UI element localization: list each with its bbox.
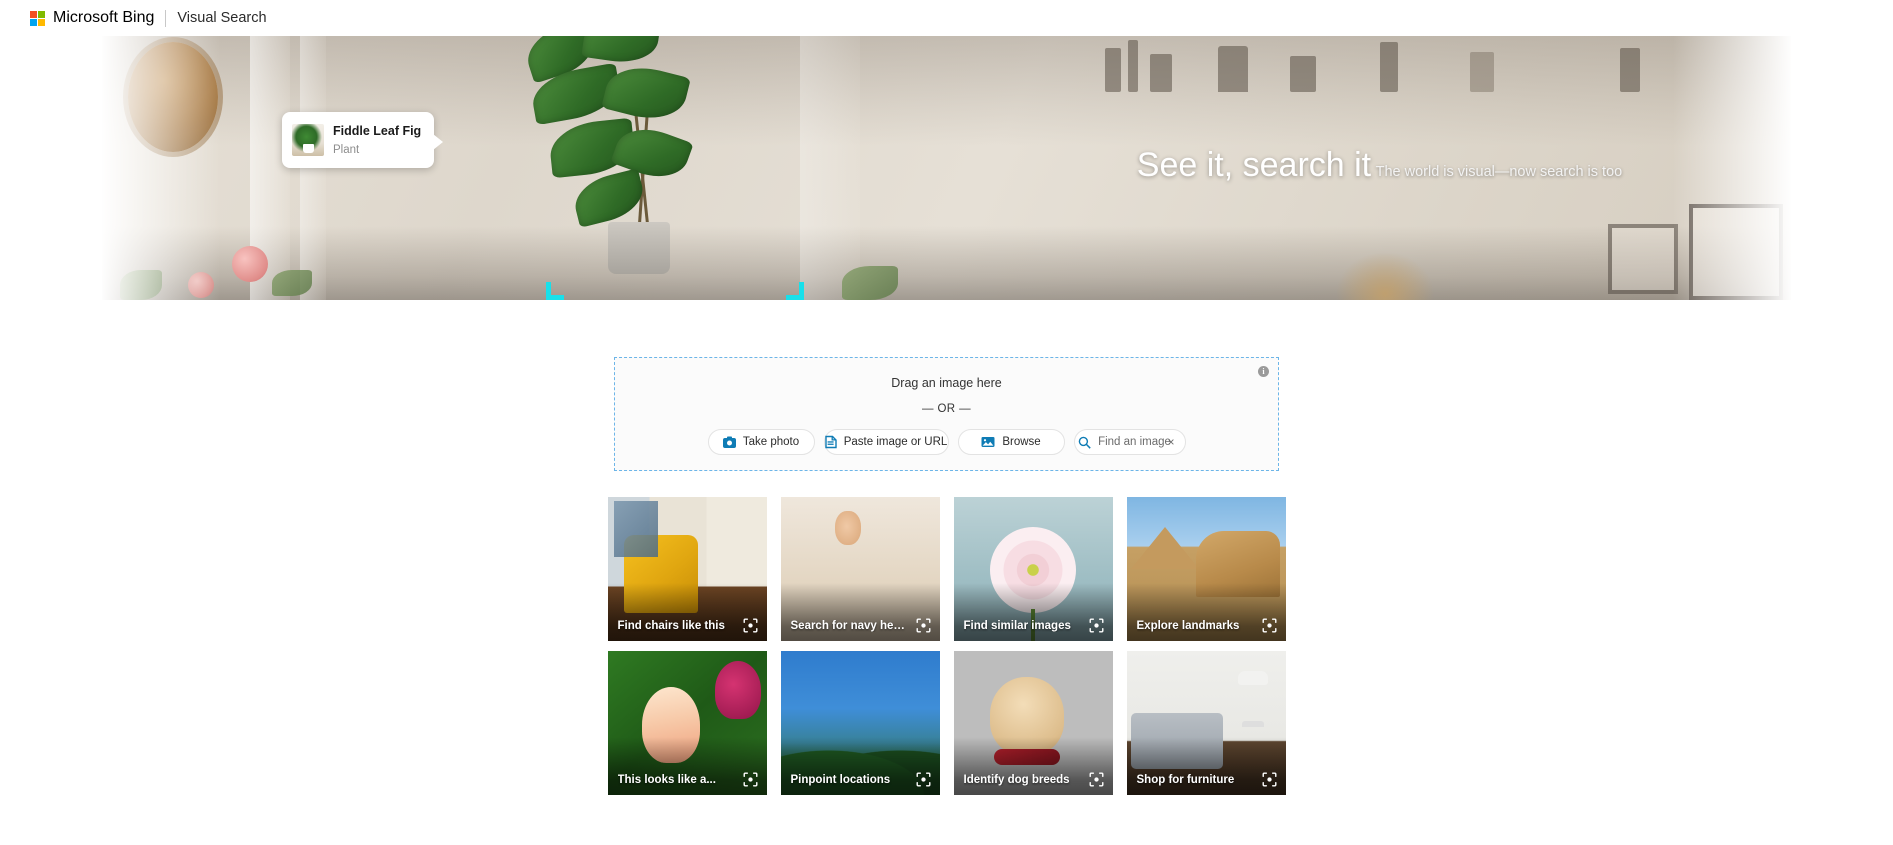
visual-search-icon[interactable] [1262, 772, 1277, 787]
tile-navy-heels[interactable]: Search for navy heels [780, 497, 940, 641]
main-content: i Drag an image here — OR — Take photo P… [0, 300, 1893, 795]
camera-icon [722, 436, 736, 448]
dropzone-drag-text: Drag an image here [891, 376, 1002, 390]
selection-bracket-bottom-left [546, 282, 564, 300]
visual-search-icon[interactable] [916, 772, 931, 787]
brand-name[interactable]: Microsoft Bing [53, 9, 154, 27]
hero-left-fade [100, 36, 220, 300]
brand-divider [165, 9, 167, 27]
search-icon [1078, 436, 1091, 449]
visual-search-icon[interactable] [1262, 618, 1277, 633]
tile-caption: Find chairs like this [617, 620, 725, 632]
browse-button[interactable]: Browse [957, 429, 1065, 455]
visual-search-icon[interactable] [1089, 618, 1104, 633]
find-an-image-input[interactable]: Find an image × [1073, 429, 1186, 455]
plant-thumbnail [292, 124, 324, 156]
image-dropzone[interactable]: i Drag an image here — OR — Take photo P… [614, 357, 1279, 471]
object-tag-card[interactable]: Fiddle Leaf Fig Plant [282, 112, 443, 168]
hero-right-fade [1673, 36, 1793, 300]
take-photo-label: Take photo [742, 436, 800, 448]
dropzone-or-text: — OR — [921, 403, 972, 415]
tile-looks-like[interactable]: This looks like a... [607, 651, 767, 795]
visual-search-icon[interactable] [743, 618, 758, 633]
visual-search-icon[interactable] [743, 772, 758, 787]
tile-caption: Shop for furniture [1136, 774, 1235, 786]
info-icon[interactable]: i [1258, 366, 1269, 377]
tile-caption: Pinpoint locations [790, 774, 891, 786]
microsoft-squares-icon [30, 10, 45, 26]
tile-similar-images[interactable]: Find similar images [953, 497, 1113, 641]
visual-search-icon[interactable] [916, 618, 931, 633]
paste-image-label: Paste image or URL [843, 436, 948, 448]
hero-photo [0, 36, 1893, 300]
hero-right-edge [1791, 36, 1893, 300]
tile-caption: Explore landmarks [1136, 620, 1240, 632]
object-tag-title: Fiddle Leaf Fig [333, 123, 422, 138]
close-icon[interactable]: × [1167, 436, 1174, 448]
tile-pinpoint-locations[interactable]: Pinpoint locations [780, 651, 940, 795]
suggestion-tiles-grid: Find chairs like this Search for navy he… [607, 497, 1286, 795]
curtain-panel [300, 36, 326, 300]
curtain-panel [800, 36, 860, 300]
section-title[interactable]: Visual Search [177, 10, 266, 26]
browse-label: Browse [1002, 436, 1041, 448]
take-photo-button[interactable]: Take photo [707, 429, 815, 455]
tile-caption: Identify dog breeds [963, 774, 1070, 786]
tile-find-chairs[interactable]: Find chairs like this [607, 497, 767, 641]
tile-caption: Search for navy heels [790, 620, 906, 632]
hero-left-edge [0, 36, 102, 300]
dropzone-actions: Take photo Paste image or URL Browse Fin… [707, 429, 1186, 455]
image-file-icon [981, 437, 995, 447]
fiddle-leaf-fig-plant [520, 36, 780, 276]
find-an-image-placeholder: Find an image [1098, 436, 1171, 448]
visual-search-icon[interactable] [1089, 772, 1104, 787]
hero-banner: Fiddle Leaf Fig Plant See it, search it … [0, 36, 1893, 300]
tile-caption: This looks like a... [617, 774, 716, 786]
plant-pot [608, 222, 670, 274]
tile-identify-dog-breeds[interactable]: Identify dog breeds [953, 651, 1113, 795]
paste-document-icon [825, 435, 837, 449]
tile-explore-landmarks[interactable]: Explore landmarks [1126, 497, 1286, 641]
tile-caption: Find similar images [963, 620, 1071, 632]
paste-image-button[interactable]: Paste image or URL [823, 429, 949, 455]
object-tag-subtitle: Plant [333, 143, 360, 156]
selection-bracket-bottom-right [786, 282, 804, 300]
tile-shop-for-furniture[interactable]: Shop for furniture [1126, 651, 1286, 795]
top-header: Microsoft Bing Visual Search [0, 0, 1893, 36]
